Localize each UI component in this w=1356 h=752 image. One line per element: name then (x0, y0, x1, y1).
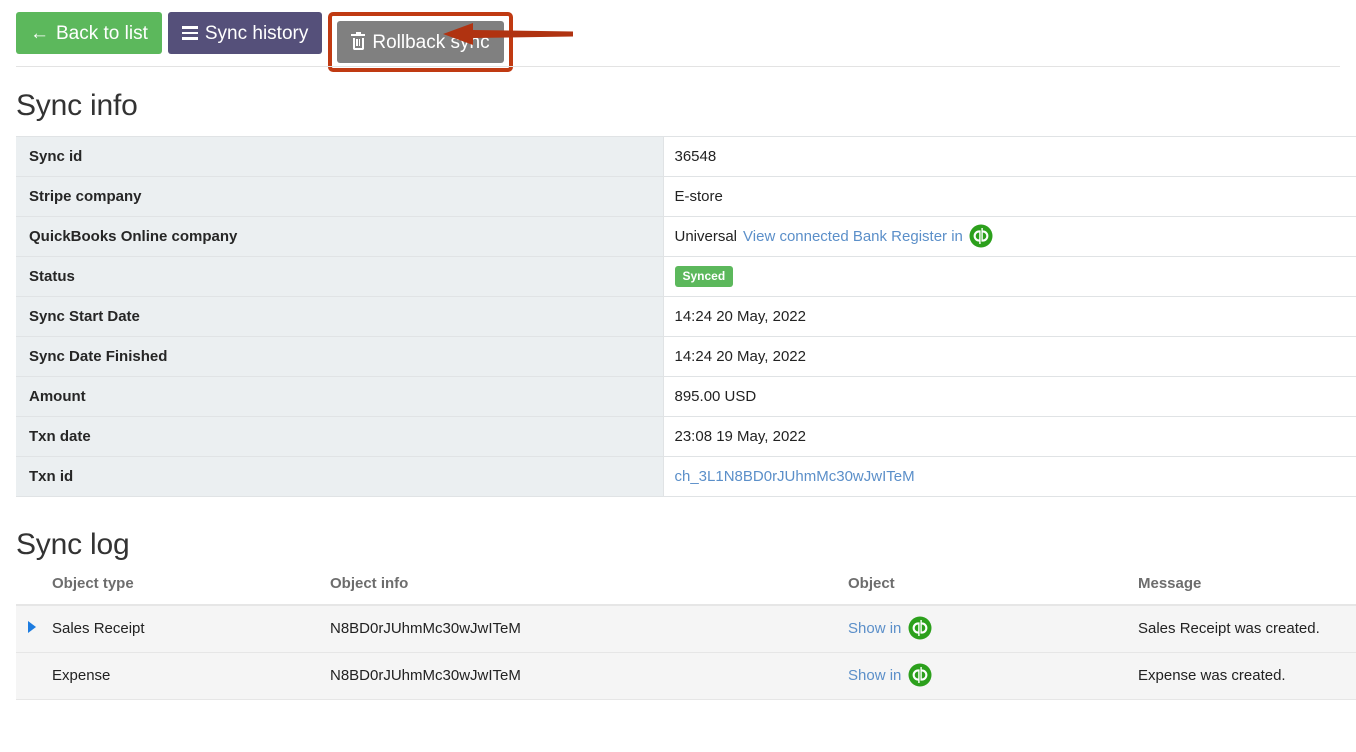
rollback-sync-button[interactable]: Rollback sync (337, 21, 504, 63)
table-row: Sales Receipt N8BD0rJUhmMc30wJwITeM Show… (16, 605, 1356, 653)
row-value: 14:24 20 May, 2022 (663, 296, 1356, 337)
toolbar: ← Back to list Sync history Rollback syn… (0, 0, 1356, 72)
object-type-cell: Expense (52, 652, 330, 700)
list-icon (181, 26, 198, 40)
row-label: Txn date (16, 416, 664, 457)
table-header-row: Object type Object info Object Message (16, 575, 1356, 606)
view-bank-register-link[interactable]: View connected Bank Register in (743, 228, 963, 245)
row-label: Stripe company (16, 176, 664, 217)
row-value-status: Synced (663, 256, 1356, 297)
object-cell: Show in (848, 605, 1138, 653)
object-info-cell: N8BD0rJUhmMc30wJwITeM (330, 605, 848, 653)
row-value: 14:24 20 May, 2022 (663, 336, 1356, 377)
arrow-left-icon: ← (30, 22, 49, 44)
quickbooks-logo-icon (969, 224, 993, 248)
row-label: Sync Date Finished (16, 336, 664, 377)
table-row: QuickBooks Online company Universal View… (16, 216, 1356, 257)
object-type-cell: Sales Receipt (52, 605, 330, 653)
company-name: Universal (674, 228, 738, 245)
table-row: Txn id ch_3L1N8BD0rJUhmMc30wJwITeM (16, 456, 1356, 497)
column-header-object-type: Object type (52, 575, 330, 606)
chevron-right-icon[interactable] (28, 621, 36, 634)
column-header-object-info: Object info (330, 575, 848, 606)
quickbooks-logo-icon (908, 663, 932, 687)
sync-log-table: Object type Object info Object Message S… (16, 575, 1356, 700)
row-value: 36548 (663, 136, 1356, 177)
quickbooks-logo-icon (908, 616, 932, 640)
table-row: Sync id 36548 (16, 136, 1356, 177)
show-in-link[interactable]: Show in (848, 620, 901, 637)
row-label: Status (16, 256, 664, 297)
sync-info-table: Sync id 36548 Stripe company E-store Qui… (16, 136, 1356, 497)
column-header-expand (16, 575, 52, 606)
row-value: 895.00 USD (663, 376, 1356, 417)
trash-icon (351, 31, 366, 50)
row-label: Sync Start Date (16, 296, 664, 337)
message-cell: Expense was created. (1138, 652, 1356, 700)
object-cell: Show in (848, 652, 1138, 700)
table-row: Stripe company E-store (16, 176, 1356, 217)
row-label: QuickBooks Online company (16, 216, 664, 257)
txn-id-link[interactable]: ch_3L1N8BD0rJUhmMc30wJwITeM (675, 468, 915, 485)
rollback-sync-highlight: Rollback sync (328, 12, 513, 72)
expand-cell[interactable] (16, 605, 52, 653)
row-value-txn-id: ch_3L1N8BD0rJUhmMc30wJwITeM (663, 456, 1356, 497)
table-row: Expense N8BD0rJUhmMc30wJwITeM Show in Ex… (16, 652, 1356, 700)
status-badge: Synced (674, 266, 734, 287)
table-row: Status Synced (16, 256, 1356, 297)
sync-history-label: Sync history (204, 22, 309, 44)
sync-log-title: Sync log (16, 528, 130, 561)
row-value: 23:08 19 May, 2022 (663, 416, 1356, 457)
row-value-quickbooks: Universal View connected Bank Register i… (663, 216, 1356, 257)
column-header-message: Message (1138, 575, 1356, 606)
message-cell: Sales Receipt was created. (1138, 605, 1356, 653)
table-row: Txn date 23:08 19 May, 2022 (16, 416, 1356, 457)
column-header-object: Object (848, 575, 1138, 606)
back-to-list-label: Back to list (56, 22, 148, 44)
sync-history-button[interactable]: Sync history (167, 12, 323, 54)
expand-cell (16, 652, 52, 700)
row-label: Sync id (16, 136, 664, 177)
rollback-sync-label: Rollback sync (372, 31, 490, 53)
row-label: Txn id (16, 456, 664, 497)
row-label: Amount (16, 376, 664, 417)
table-row: Sync Date Finished 14:24 20 May, 2022 (16, 336, 1356, 377)
object-info-cell: N8BD0rJUhmMc30wJwITeM (330, 652, 848, 700)
table-row: Amount 895.00 USD (16, 376, 1356, 417)
table-row: Sync Start Date 14:24 20 May, 2022 (16, 296, 1356, 337)
sync-info-title: Sync info (16, 89, 138, 122)
row-value: E-store (663, 176, 1356, 217)
back-to-list-button[interactable]: ← Back to list (16, 12, 162, 54)
show-in-link[interactable]: Show in (848, 667, 901, 684)
